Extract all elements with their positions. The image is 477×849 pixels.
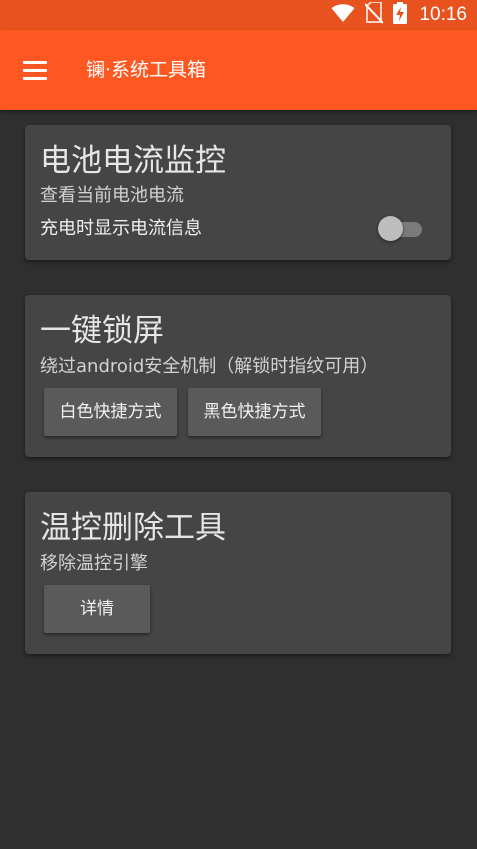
lock-card-title: 一键锁屏 bbox=[40, 313, 164, 349]
thermal-card-description: 移除温控引擎 bbox=[40, 553, 148, 574]
charging-current-switch-label: 充电时显示电流信息 bbox=[40, 218, 202, 239]
wifi-icon bbox=[331, 3, 355, 27]
battery-card-description: 查看当前电池电流 bbox=[40, 185, 184, 206]
lock-screen-card: 一键锁屏 绕过android安全机制（解锁时指纹可用） 白色快捷方式 黑色快捷方… bbox=[25, 295, 451, 457]
status-bar: 10:16 bbox=[0, 0, 477, 30]
no-sim-icon bbox=[364, 1, 385, 28]
white-shortcut-button[interactable]: 白色快捷方式 bbox=[44, 388, 177, 436]
battery-card-title: 电池电流监控 bbox=[40, 143, 226, 179]
thermal-removal-card: 温控删除工具 移除温控引擎 详情 bbox=[25, 492, 451, 654]
battery-monitor-card: 电池电流监控 查看当前电池电流 充电时显示电流信息 bbox=[25, 125, 451, 260]
thermal-card-title: 温控删除工具 bbox=[40, 510, 226, 546]
app-bar: 镧·系统工具箱 bbox=[0, 30, 477, 110]
status-time: 10:16 bbox=[419, 4, 467, 25]
hamburger-menu-icon[interactable] bbox=[16, 52, 56, 88]
charging-current-toggle[interactable] bbox=[378, 215, 424, 243]
lock-card-description: 绕过android安全机制（解锁时指纹可用） bbox=[40, 356, 379, 377]
details-button[interactable]: 详情 bbox=[44, 585, 150, 633]
toggle-thumb bbox=[378, 216, 403, 241]
battery-charging-icon bbox=[393, 2, 408, 28]
app-title: 镧·系统工具箱 bbox=[86, 59, 207, 81]
black-shortcut-button[interactable]: 黑色快捷方式 bbox=[188, 388, 321, 436]
